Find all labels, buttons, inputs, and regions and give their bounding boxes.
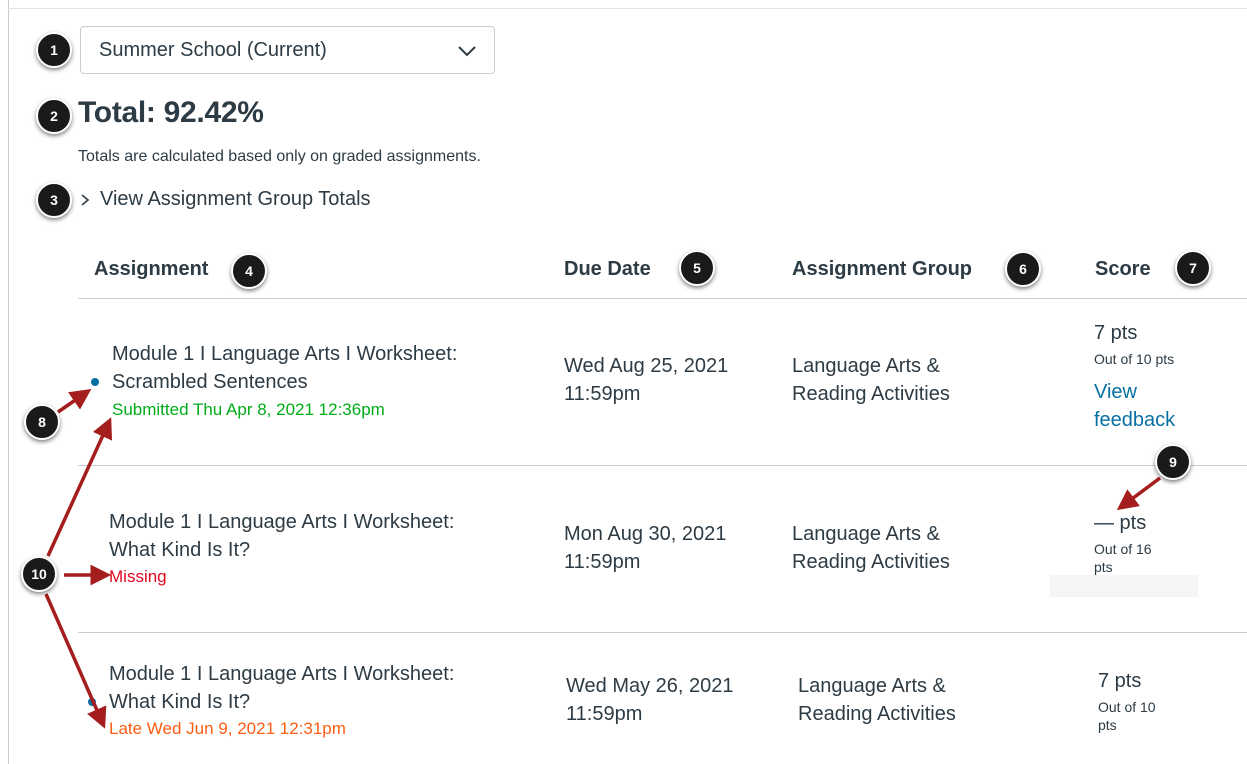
assignment-group: Language Arts & Reading Activities [792,352,950,408]
view-feedback-line: feedback [1094,409,1176,431]
assignment-group-line: Language Arts & [798,675,946,697]
assignment-title-line: Module 1 I Language Arts I Worksheet: [109,511,455,533]
due-date: Mon Aug 30, 2021 11:59pm [564,520,726,576]
score-out-of-line: Out of 10 [1098,699,1156,715]
column-header-assignment-group[interactable]: Assignment Group [792,258,972,281]
unread-indicator-dot [91,378,99,386]
row-divider [78,465,1247,466]
view-feedback-line: View [1094,381,1137,403]
due-time-line: 11:59pm [564,383,641,405]
score-value: 7 pts [1094,322,1138,344]
column-header-due-date[interactable]: Due Date [564,258,651,281]
assignment-title-line: What Kind Is It? [109,539,251,561]
submission-status: Submitted Thu Apr 8, 2021 12:36pm [112,400,385,419]
due-date: Wed Aug 25, 2021 11:59pm [564,352,728,408]
score-out-of: Out of 10 pts [1094,351,1175,367]
score-out-of: Out of 16 pts [1094,540,1152,576]
score-cell-background [1050,575,1198,597]
total-note: Totals are calculated based only on grad… [78,148,481,165]
due-date: Wed May 26, 2021 11:59pm [566,672,734,728]
due-date-line: Wed May 26, 2021 [566,675,734,697]
assignment-title-link[interactable]: Module 1 I Language Arts I Worksheet: Wh… [109,508,454,564]
submission-status: Missing [109,567,167,586]
due-time-line: 11:59pm [564,551,641,573]
column-header-assignment[interactable]: Assignment [94,258,208,281]
assignment-group-line: Language Arts & [792,523,940,545]
row-divider [78,632,1247,633]
score-value: 7 pts [1098,670,1142,692]
assignment-title-line: Scrambled Sentences [112,371,308,393]
assignment-title-line: Module 1 I Language Arts I Worksheet: [109,663,455,685]
grading-period-select-value: Summer School (Current) [99,38,327,61]
assignment-group: Language Arts & Reading Activities [792,520,950,576]
column-header-score[interactable]: Score [1095,258,1151,281]
callout-9-arrow [1116,476,1162,511]
chevron-down-icon [458,46,476,57]
callout-badge-10: 10 [21,556,57,592]
score-value: — pts [1094,512,1147,534]
callout-badge-2: 2 [36,98,72,134]
callout-badge-7: 7 [1175,250,1211,286]
unread-indicator-dot [88,698,96,706]
callout-badge-6: 6 [1005,251,1041,287]
submission-status: Late Wed Jun 9, 2021 12:31pm [109,719,346,738]
due-time-line: 11:59pm [566,703,643,725]
assignment-group-line: Reading Activities [792,551,950,573]
callout-badge-9: 9 [1155,444,1191,480]
callout-badge-1: 1 [36,32,72,68]
callout-10-arrow-submitted [46,417,113,557]
score-out-of-line: pts [1094,559,1113,575]
grading-period-select[interactable]: Summer School (Current) [80,26,495,74]
table-header-divider [78,298,1247,299]
frame-border-left [8,0,9,764]
callout-badge-4: 4 [231,253,267,289]
callout-badge-8: 8 [24,404,60,440]
assignment-title-link[interactable]: Module 1 I Language Arts I Worksheet: Wh… [109,660,454,716]
callout-8-arrow [57,389,92,414]
frame-border-top [8,8,1247,9]
score-out-of-line: pts [1098,717,1117,733]
total-grade: Total: 92.42% [78,96,264,129]
callout-badge-3: 3 [36,182,72,218]
score-out-of-line: Out of 16 [1094,541,1152,557]
assignment-group-line: Reading Activities [798,703,956,725]
assignment-title-line: What Kind Is It? [109,691,251,713]
view-group-totals-toggle[interactable]: View Assignment Group Totals [78,188,371,211]
score-out-of: Out of 10 pts [1098,698,1156,734]
view-group-totals-label: View Assignment Group Totals [100,188,371,210]
assignment-group: Language Arts & Reading Activities [798,672,956,728]
assignment-group-line: Language Arts & [792,355,940,377]
due-date-line: Mon Aug 30, 2021 [564,523,727,545]
assignment-title-line: Module 1 I Language Arts I Worksheet: [112,343,458,365]
chevron-right-icon [81,193,90,206]
assignment-group-line: Reading Activities [792,383,950,405]
callout-badge-5: 5 [679,250,715,286]
due-date-line: Wed Aug 25, 2021 [564,355,729,377]
view-feedback-link[interactable]: View feedback [1094,378,1175,434]
assignment-title-link[interactable]: Module 1 I Language Arts I Worksheet: Sc… [112,340,457,396]
